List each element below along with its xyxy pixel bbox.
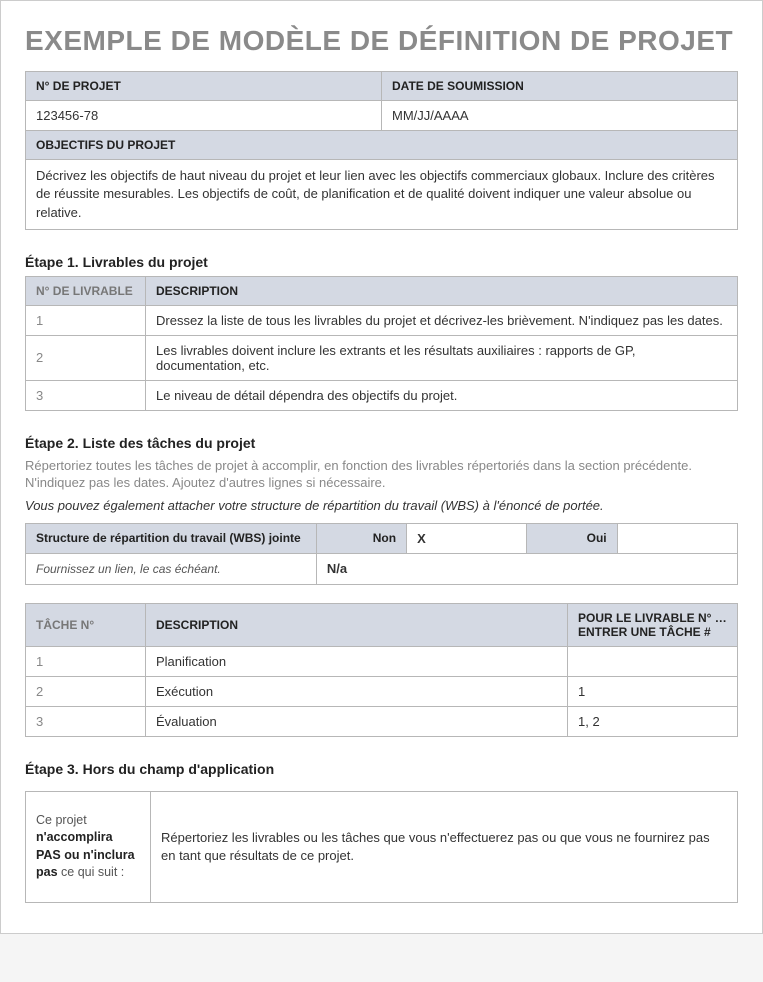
scope-label-cell: Ce projet n'accomplira PAS ou n'inclura …: [26, 791, 151, 902]
wbs-label: Structure de répartition du travail (WBS…: [26, 523, 317, 553]
task-row-desc: Exécution: [146, 676, 568, 706]
step1-heading: Étape 1. Livrables du projet: [25, 254, 738, 270]
task-row-num: 2: [26, 676, 146, 706]
task-row-desc: Planification: [146, 646, 568, 676]
objectives-label: OBJECTIFS DU PROJET: [26, 131, 738, 160]
task-col-deliv: POUR LE LIVRABLE N° … ENTRER UNE TÂCHE #: [568, 603, 738, 646]
wbs-non-label: Non: [316, 523, 406, 553]
proj-no-value: 123456-78: [26, 101, 382, 131]
step3-heading: Étape 3. Hors du champ d'application: [25, 761, 738, 777]
table-row: 3 Évaluation 1, 2: [26, 706, 738, 736]
table-row: 2 Exécution 1: [26, 676, 738, 706]
table-row: 1 Dressez la liste de tous les livrables…: [26, 305, 738, 335]
wbs-table: Structure de répartition du travail (WBS…: [25, 523, 738, 585]
step2-note: Vous pouvez également attacher votre str…: [25, 498, 738, 513]
step2-subtext: Répertoriez toutes les tâches de projet …: [25, 457, 738, 492]
wbs-oui-value: [617, 523, 737, 553]
deliv-col-no: N° DE LIVRABLE: [26, 276, 146, 305]
task-row-deliv: [568, 646, 738, 676]
table-row: 2 Les livrables doivent inclure les extr…: [26, 335, 738, 380]
objectives-text: Décrivez les objectifs de haut niveau du…: [26, 160, 738, 230]
task-row-deliv: 1, 2: [568, 706, 738, 736]
project-header-table: N° DE PROJET DATE DE SOUMISSION 123456-7…: [25, 71, 738, 230]
document-title: EXEMPLE DE MODÈLE DE DÉFINITION DE PROJE…: [25, 25, 738, 57]
task-col-no: TÂCHE N°: [26, 603, 146, 646]
scope-label-post: ce qui suit :: [58, 865, 125, 879]
task-row-deliv: 1: [568, 676, 738, 706]
proj-no-label: N° DE PROJET: [26, 72, 382, 101]
deliv-row-desc: Dressez la liste de tous les livrables d…: [146, 305, 738, 335]
deliv-row-num: 3: [26, 380, 146, 410]
deliv-row-desc: Le niveau de détail dépendra des objecti…: [146, 380, 738, 410]
task-row-num: 1: [26, 646, 146, 676]
date-value: MM/JJ/AAAA: [382, 101, 738, 131]
wbs-non-value: X: [407, 523, 527, 553]
deliverables-table: N° DE LIVRABLE DESCRIPTION 1 Dressez la …: [25, 276, 738, 411]
out-of-scope-table: Ce projet n'accomplira PAS ou n'inclura …: [25, 791, 738, 903]
deliv-row-desc: Les livrables doivent inclure les extran…: [146, 335, 738, 380]
wbs-oui-label: Oui: [527, 523, 617, 553]
document-page: EXEMPLE DE MODÈLE DE DÉFINITION DE PROJE…: [0, 0, 763, 934]
wbs-link-value: N/a: [316, 553, 737, 584]
task-row-num: 3: [26, 706, 146, 736]
task-col-desc: DESCRIPTION: [146, 603, 568, 646]
deliv-row-num: 2: [26, 335, 146, 380]
scope-text: Répertoriez les livrables ou les tâches …: [151, 791, 738, 902]
deliv-row-num: 1: [26, 305, 146, 335]
date-label: DATE DE SOUMISSION: [382, 72, 738, 101]
scope-label-pre: Ce projet: [36, 813, 87, 827]
table-row: 3 Le niveau de détail dépendra des objec…: [26, 380, 738, 410]
step2-heading: Étape 2. Liste des tâches du projet: [25, 435, 738, 451]
deliv-col-desc: DESCRIPTION: [146, 276, 738, 305]
table-row: 1 Planification: [26, 646, 738, 676]
task-row-desc: Évaluation: [146, 706, 568, 736]
wbs-link-label: Fournissez un lien, le cas échéant.: [26, 553, 317, 584]
tasks-table: TÂCHE N° DESCRIPTION POUR LE LIVRABLE N°…: [25, 603, 738, 737]
